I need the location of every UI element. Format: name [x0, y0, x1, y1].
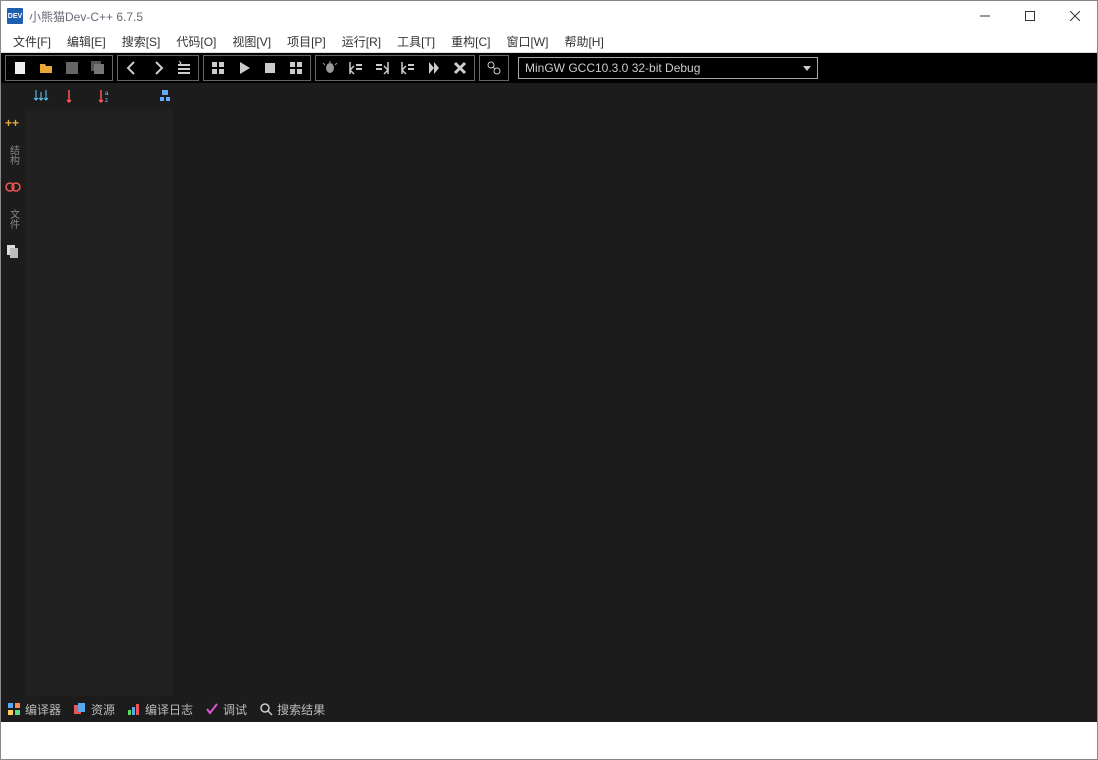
svg-text:a: a [105, 91, 109, 97]
tab-compile-log[interactable]: 编译日志 [127, 701, 193, 718]
compile-run-button[interactable] [283, 56, 309, 80]
secondary-toolbar: az [1, 83, 1097, 109]
sort-structure-icon[interactable] [29, 85, 53, 107]
tab-compiler-label: 编译器 [25, 701, 61, 718]
menu-view[interactable]: 视图[V] [224, 30, 279, 53]
left-tab-strip: ++ 结构 文件 [1, 109, 25, 696]
menu-help[interactable]: 帮助[H] [556, 30, 611, 53]
tab-search-results-label: 搜索结果 [277, 701, 325, 718]
status-area [1, 722, 1097, 759]
menu-code[interactable]: 代码[O] [168, 30, 224, 53]
menu-file[interactable]: 文件[F] [5, 30, 59, 53]
stop-debug-button[interactable] [447, 56, 473, 80]
app-icon: DEV [7, 8, 23, 24]
tab-debug-label: 调试 [223, 701, 247, 718]
step-over-button[interactable] [343, 56, 369, 80]
side-panel [25, 109, 173, 696]
tab-resources[interactable]: 资源 [73, 701, 115, 718]
forward-button[interactable] [145, 56, 171, 80]
step-into-button[interactable] [369, 56, 395, 80]
toggle-button[interactable] [171, 56, 197, 80]
save-all-button[interactable] [85, 56, 111, 80]
new-file-button[interactable] [7, 56, 33, 80]
bottom-tabs: 编译器 资源 编译日志 调试 搜索结果 [1, 696, 1097, 722]
sort-alpha-icon[interactable] [61, 85, 85, 107]
save-button[interactable] [59, 56, 85, 80]
breakpoint-button[interactable] [481, 56, 507, 80]
tab-compile-log-label: 编译日志 [145, 701, 193, 718]
sort-az-icon[interactable]: az [93, 85, 117, 107]
menu-run[interactable]: 运行[R] [334, 30, 389, 53]
grid-icon [7, 702, 21, 716]
files-tab-icon[interactable] [3, 241, 23, 261]
tab-debug[interactable]: 调试 [205, 701, 247, 718]
continue-button[interactable] [421, 56, 447, 80]
menu-search[interactable]: 搜索[S] [114, 30, 169, 53]
tab-compiler[interactable]: 编译器 [7, 701, 61, 718]
menu-refactor[interactable]: 重构[C] [443, 30, 498, 53]
compile-button[interactable] [205, 56, 231, 80]
menu-edit[interactable]: 编辑[E] [59, 30, 114, 53]
menubar: 文件[F] 编辑[E] 搜索[S] 代码[O] 视图[V] 项目[P] 运行[R… [1, 31, 1097, 53]
search-icon [259, 702, 273, 716]
filter-icon[interactable] [153, 85, 177, 107]
check-icon [205, 702, 219, 716]
compiler-select[interactable]: MinGW GCC10.3.0 32-bit Debug [518, 57, 818, 79]
bars-icon [127, 702, 141, 716]
maximize-button[interactable] [1007, 1, 1052, 31]
minimize-button[interactable] [962, 1, 1007, 31]
titlebar: DEV 小熊猫Dev-C++ 6.7.5 [1, 1, 1097, 31]
tab-search-results[interactable]: 搜索结果 [259, 701, 325, 718]
step-out-button[interactable] [395, 56, 421, 80]
menu-project[interactable]: 项目[P] [279, 30, 334, 53]
close-button[interactable] [1052, 1, 1097, 31]
resources-icon [73, 702, 87, 716]
editor-area[interactable] [173, 109, 1097, 696]
toolbar: MinGW GCC10.3.0 32-bit Debug [1, 53, 1097, 83]
svg-text:++: ++ [5, 116, 19, 130]
debug-button[interactable] [317, 56, 343, 80]
structure-tab[interactable]: 结构 [3, 145, 23, 165]
compiler-selected-label: MinGW GCC10.3.0 32-bit Debug [525, 61, 700, 75]
watch-tab[interactable]: 文件 [3, 209, 23, 229]
class-tab-icon[interactable]: ++ [3, 113, 23, 133]
watch-tab-icon[interactable] [3, 177, 23, 197]
menu-window[interactable]: 窗口[W] [498, 30, 556, 53]
menu-tools[interactable]: 工具[T] [389, 30, 443, 53]
run-button[interactable] [231, 56, 257, 80]
svg-text:z: z [105, 98, 108, 104]
back-button[interactable] [119, 56, 145, 80]
open-file-button[interactable] [33, 56, 59, 80]
tab-resources-label: 资源 [91, 701, 115, 718]
stop-button[interactable] [257, 56, 283, 80]
window-title: 小熊猫Dev-C++ 6.7.5 [29, 8, 962, 25]
